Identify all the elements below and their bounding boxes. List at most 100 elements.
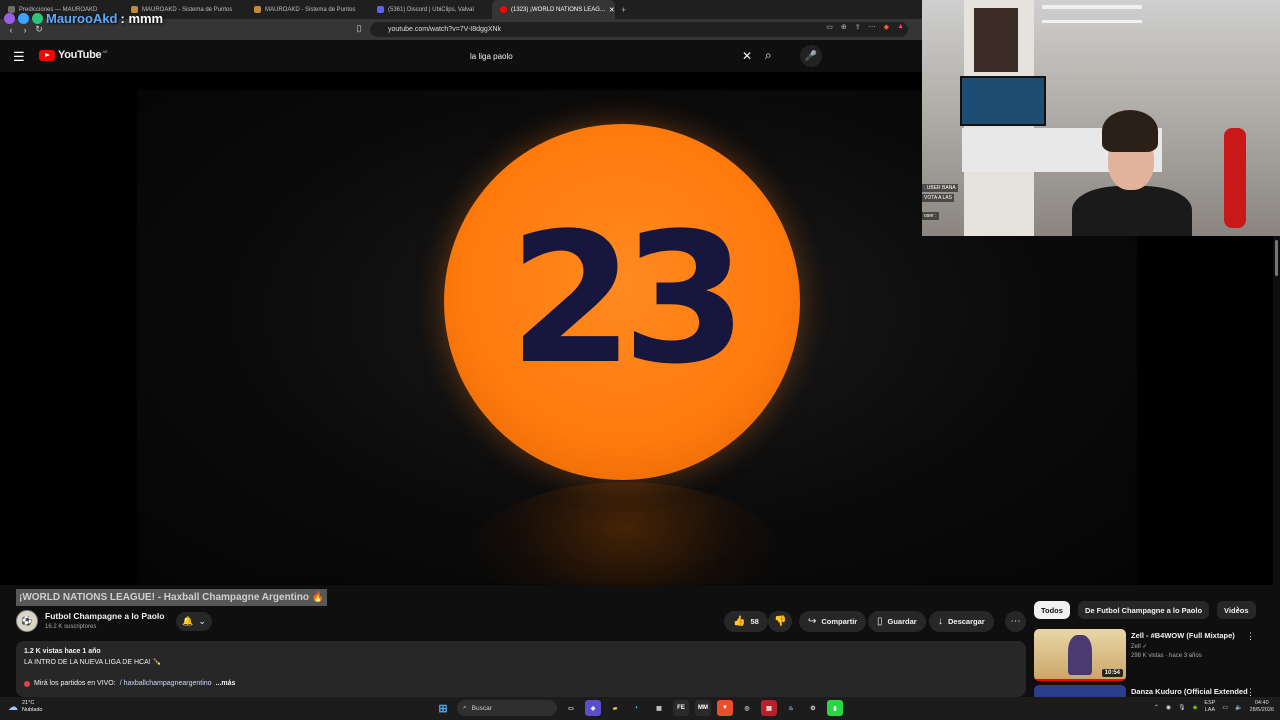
chip-channel[interactable]: De Futbol Champagne a lo Paolo (1077, 601, 1210, 619)
share-icon[interactable]: ⇪ (855, 23, 861, 31)
tray-nvidia-icon[interactable]: ◆ (1193, 704, 1198, 711)
video-thumbnail[interactable] (1034, 685, 1126, 697)
forward-icon[interactable]: › (18, 25, 32, 35)
edge-icon[interactable]: ◐ (629, 700, 645, 716)
view-count-date: 1.2 K vistas hace 1 año (24, 648, 101, 655)
network-icon[interactable]: ▭ (1222, 704, 1228, 711)
taskbar-search[interactable]: ⌕ Buscar (457, 700, 557, 716)
more-options-icon[interactable]: ⋮ (1246, 687, 1255, 697)
tray-app-icon[interactable]: ◉ (1166, 704, 1171, 711)
steam-icon[interactable]: ♨ (783, 700, 799, 716)
youtube-favicon (500, 6, 507, 13)
video-description[interactable]: 1.2 K vistas hace 1 año LA INTRO DE LA N… (16, 641, 1026, 697)
bookmark-icon[interactable]: ▯ (352, 23, 366, 34)
app-fe-icon[interactable]: FE (673, 700, 689, 716)
webcam-chat-line: VOTA A LAS (922, 194, 954, 202)
recommendation-channel[interactable]: Zell ✓ (1131, 643, 1147, 650)
chat-message: : mmm (120, 11, 164, 26)
app-green-icon[interactable]: ▮ (827, 700, 843, 716)
video-duration: 10:54 (1101, 669, 1123, 677)
browser-tab-active[interactable]: (1323) ¡WORLD NATIONS LEAG... ✕ (492, 0, 615, 19)
logo-text: YouTube (58, 49, 102, 61)
thumbs-down-icon: 👎 (774, 616, 787, 627)
system-tray: ⌃ ◉ 🎙 ◆ ESP LAA ▭ 🔈 04:40 28/5/2026 (1154, 700, 1274, 714)
save-button[interactable]: ▯ Guardar (868, 611, 926, 632)
app-mm-icon[interactable]: MM (695, 700, 711, 716)
stream-chat-overlay: MaurooAkd: mmm (4, 11, 163, 26)
volume-icon[interactable]: 🔈 (1235, 704, 1242, 711)
more-options-icon[interactable]: ⋮ (1246, 631, 1255, 642)
chevron-down-icon: ⌄ (198, 616, 206, 626)
webcam-shelf (1042, 5, 1142, 9)
chevron-right-icon[interactable]: › (1236, 603, 1239, 614)
search-icon[interactable]: ⌕ (765, 48, 772, 63)
like-button[interactable]: 👍 58 (724, 611, 768, 632)
search-query: la liga paolo (470, 51, 513, 61)
copilot-icon[interactable]: ◈ (585, 700, 601, 716)
browser-tab[interactable]: MAUROAKD - Sistema de Puntos (246, 0, 369, 19)
recommendation-item[interactable]: 10:54 Zell - #B4WOW (Full Mixtape) Zell … (1034, 629, 1270, 685)
chip-all[interactable]: Todos (1034, 601, 1070, 619)
mic-icon[interactable]: 🎤 (800, 45, 822, 67)
recommendation-title[interactable]: Danza Kuduro (Official Extended (1131, 687, 1248, 696)
share-button[interactable]: ↪ Compartir (799, 611, 867, 632)
obs-icon[interactable]: ◎ (739, 700, 755, 716)
youtube-header: ☰ YouTube AR la liga paolo ✕ ⌕ 🎤 (0, 40, 922, 72)
badge-icon (32, 13, 43, 24)
taskbar-search-label: Buscar (471, 704, 492, 712)
zoom-icon[interactable]: ⊕ (841, 23, 847, 31)
page-scrollbar[interactable] (1273, 236, 1280, 696)
channel-name[interactable]: Futbol Champagne a lo Paolo (45, 611, 164, 621)
clock[interactable]: 04:40 28/5/2026 (1250, 700, 1274, 714)
file-explorer-icon[interactable]: ▰ (607, 700, 623, 716)
live-prefix: Mirá los partidos en VIVO: (34, 680, 116, 687)
webcam-overlay: : UBER BANA VOTA A LAS oser : (922, 0, 1280, 236)
task-view-icon[interactable]: ▭ (563, 700, 579, 716)
app-gear-icon[interactable]: ⚙ (805, 700, 821, 716)
clock-date: 28/5/2026 (1249, 707, 1274, 713)
tray-mic-icon[interactable]: 🎙 (1178, 704, 1186, 711)
show-more-link[interactable]: ...más (216, 680, 236, 687)
tab-label: (5361) Discord | UbiClips, Valval (388, 6, 474, 13)
streamer-hair (1102, 110, 1158, 152)
thumbs-up-icon: 👍 (733, 616, 746, 627)
more-actions-button[interactable]: ⋯ (1005, 611, 1026, 632)
download-button[interactable]: ↓ Descargar (929, 611, 994, 632)
brave-shield-icon[interactable]: ◆ (884, 23, 889, 31)
brave-icon[interactable]: ▼ (717, 700, 733, 716)
close-tab-icon[interactable]: ✕ (609, 6, 615, 14)
recommendation-item[interactable]: Danza Kuduro (Official Extended ⋮ (1034, 685, 1270, 697)
weather-widget[interactable]: ☁ 21°C Nublado (8, 700, 43, 714)
temperature: 21°C (22, 700, 35, 706)
back-icon[interactable]: ‹ (4, 25, 18, 35)
rewards-icon[interactable]: ▲ (897, 23, 904, 31)
webcam-tv (960, 76, 1046, 126)
channel-avatar[interactable]: ⚽ (16, 610, 38, 632)
search-icon: ⌕ (463, 704, 467, 711)
windows-start-icon[interactable]: ⊞ (435, 700, 451, 716)
cast-icon[interactable]: ▭ (826, 23, 833, 31)
new-tab-button[interactable]: + (615, 5, 632, 15)
channel-link[interactable]: / haxballchampagneargentino (120, 680, 212, 687)
hamburger-menu-icon[interactable]: ☰ (13, 49, 25, 65)
search-input[interactable]: la liga paolo ✕ (462, 45, 760, 67)
calculator-icon[interactable]: ▦ (651, 700, 667, 716)
notification-bell-button[interactable]: 🔔 ⌄ (176, 612, 212, 631)
save-label: Guardar (887, 617, 917, 626)
video-thumbnail[interactable]: 10:54 (1034, 629, 1126, 681)
thumbnail-figure (1068, 635, 1092, 675)
dislike-button[interactable]: 👎 (768, 611, 793, 632)
red-dot-icon (24, 680, 30, 687)
extensions-icon[interactable]: ⋯ (869, 23, 876, 31)
youtube-logo[interactable]: YouTube AR (39, 49, 108, 61)
scrollbar-thumb[interactable] (1275, 240, 1278, 276)
recommendation-title[interactable]: Zell - #B4WOW (Full Mixtape) (1131, 631, 1235, 640)
browser-tab[interactable]: (5361) Discord | UbiClips, Valval (369, 0, 492, 19)
clear-search-icon[interactable]: ✕ (742, 49, 752, 63)
orange-ball-logo: 23 (444, 124, 800, 480)
tray-expand-icon[interactable]: ⌃ (1154, 704, 1159, 711)
video-title: ¡WORLD NATIONS LEAGUE! - Haxball Champag… (16, 589, 328, 606)
language-indicator[interactable]: ESP LAA (1204, 700, 1215, 714)
app-red-icon[interactable]: ▤ (761, 700, 777, 716)
watched-progress-bar (1034, 679, 1126, 681)
